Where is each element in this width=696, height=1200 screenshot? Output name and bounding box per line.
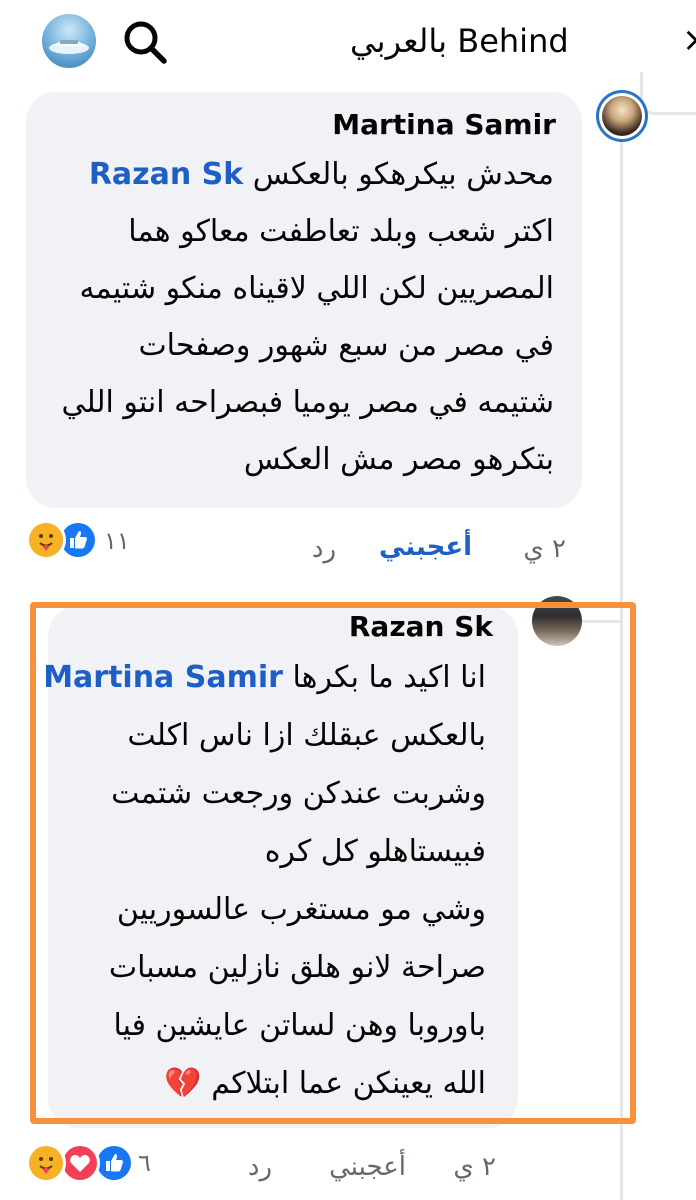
reply-button[interactable]: رد <box>312 534 336 564</box>
care-icon[interactable] <box>26 1143 66 1183</box>
search-icon[interactable] <box>120 17 170 67</box>
like-button[interactable]: أعجبني <box>329 1152 406 1182</box>
avatar[interactable] <box>596 90 648 142</box>
comment-text-line: المصريين لكن اللي لاقيناه منكو شتيمه <box>79 271 554 306</box>
reaction-count[interactable]: ٦ <box>138 1149 151 1177</box>
comment-text-line: بتكرهو مصر مش العكس <box>243 442 554 477</box>
reply-button[interactable]: رد <box>248 1152 272 1182</box>
like-icon[interactable] <box>94 1143 134 1183</box>
close-icon[interactable]: × <box>682 20 696 60</box>
page-avatar[interactable] <box>42 14 96 68</box>
comment-timestamp: ٢ ي <box>453 1152 496 1182</box>
care-icon[interactable] <box>26 520 66 560</box>
comment-text-line: محدش بيكرهكو بالعكس Razan Sk <box>88 157 554 192</box>
reaction-count[interactable]: ١١ <box>104 527 130 555</box>
highlight-frame <box>30 602 636 1124</box>
comment-timestamp: ٢ ي <box>523 534 566 564</box>
thread-connector <box>640 72 696 115</box>
page-title: بالعربي Behind <box>350 22 569 60</box>
comment-text-line: اكتر شعب وبلد تعاطفت معاكو هما <box>128 214 554 249</box>
mention-link[interactable]: Razan Sk <box>89 157 243 192</box>
love-icon[interactable] <box>60 1143 100 1183</box>
comment-text-line: شتيمه في مصر يوميا فبصراحه انتو اللي <box>61 385 554 420</box>
comment-text-line: في مصر من سبع شهور وصفحات <box>138 328 554 363</box>
comment-author[interactable]: Martina Samir <box>332 108 556 141</box>
like-button[interactable]: أعجبني <box>379 532 472 562</box>
